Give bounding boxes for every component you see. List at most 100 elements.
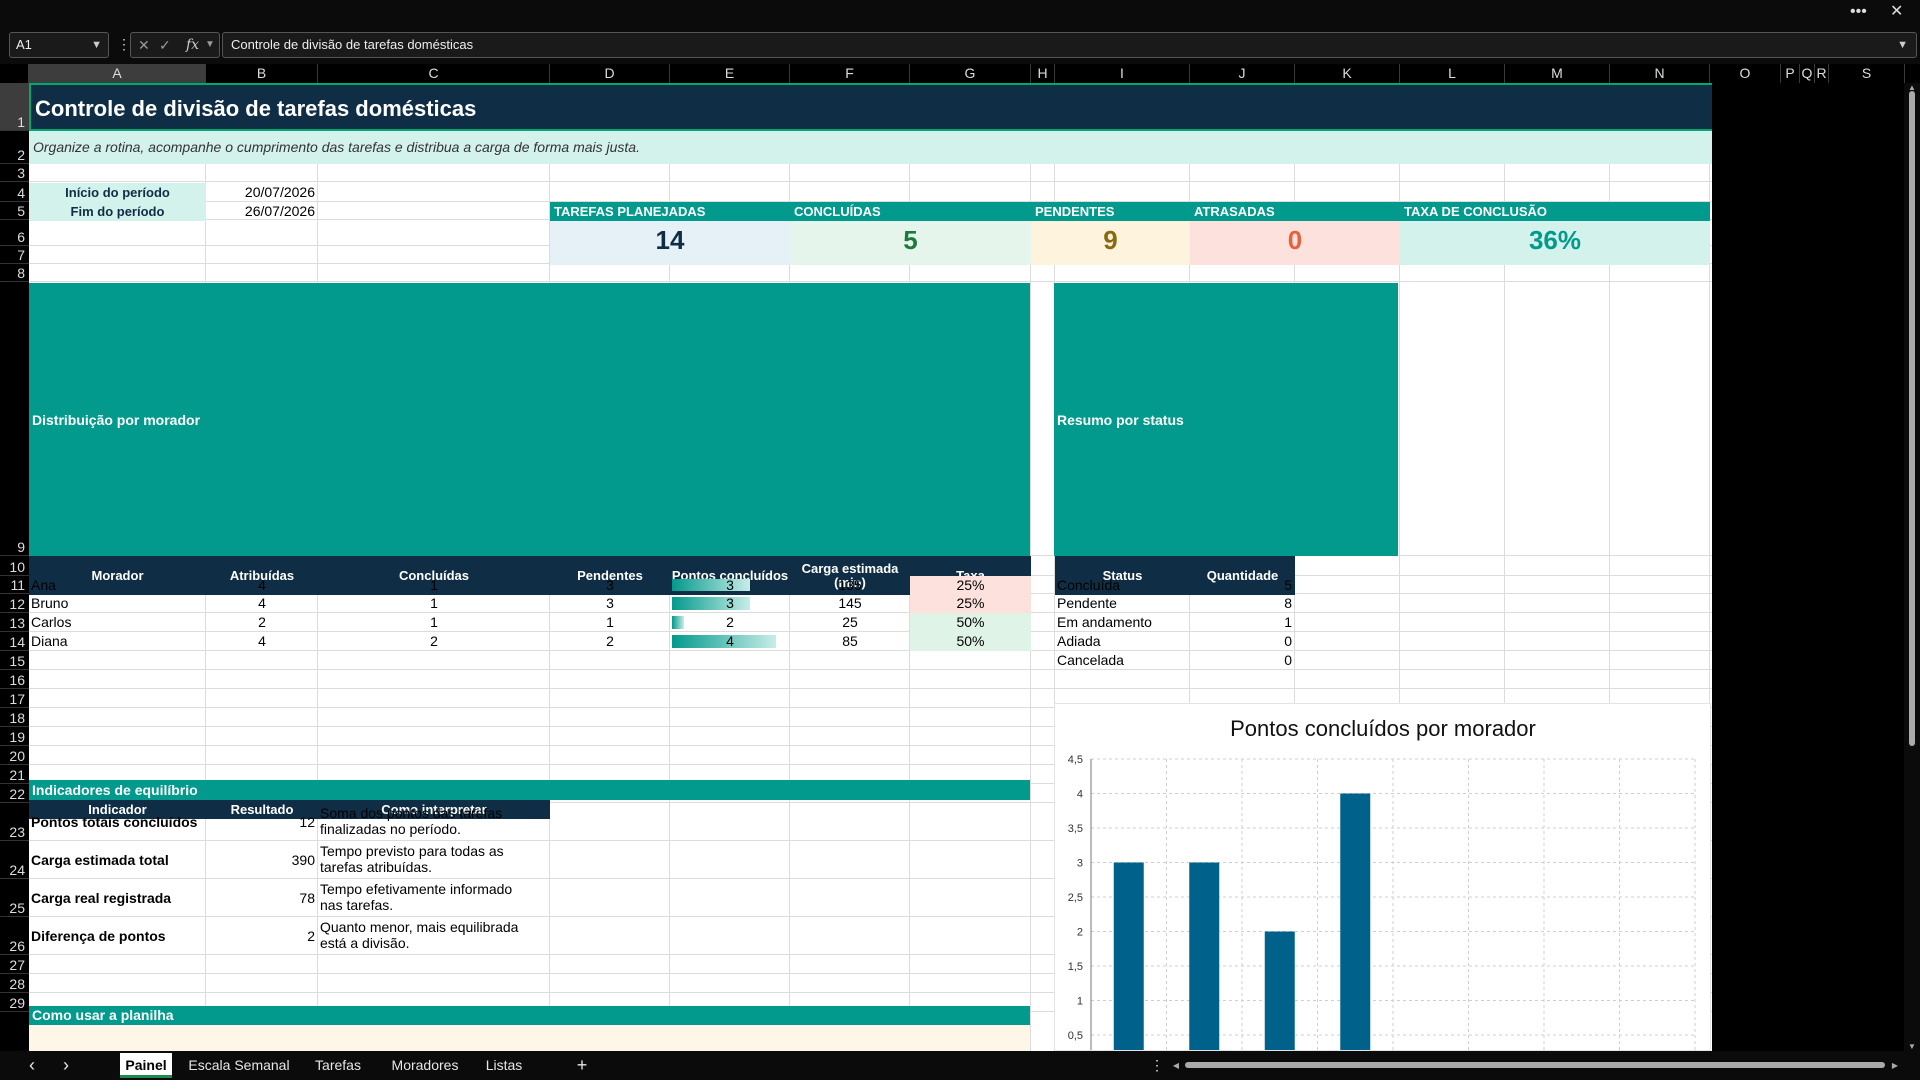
status-name[interactable]: Adiada	[1055, 632, 1190, 651]
kpi-label[interactable]: TAXA DE CONCLUSÃO	[1400, 202, 1710, 221]
residents-cell-rate[interactable]: 50%	[910, 632, 1031, 651]
kpi-value[interactable]: 9	[1031, 221, 1190, 265]
column-header-h[interactable]: H	[1031, 64, 1055, 83]
row-header-14[interactable]: 14	[0, 632, 29, 651]
row-header-24[interactable]: 24	[0, 841, 29, 879]
status-qty[interactable]: 1	[1190, 613, 1295, 632]
next-sheet-icon[interactable]: ›	[56, 1053, 76, 1078]
column-header-k[interactable]: K	[1295, 64, 1400, 83]
row-header-15[interactable]: 15	[0, 651, 29, 670]
column-header-q[interactable]: Q	[1800, 64, 1815, 83]
indicator-description[interactable]: Soma dos pontos das tarefas finalizadas n…	[318, 803, 550, 841]
kpi-value[interactable]: 14	[550, 221, 790, 265]
status-name[interactable]: Concluída	[1055, 576, 1190, 594]
period-end-value[interactable]: 26/07/2026	[206, 202, 318, 221]
column-header-a[interactable]: A	[29, 64, 206, 83]
tab-escala-semanal[interactable]: Escala Semanal	[180, 1053, 298, 1078]
column-header-s[interactable]: S	[1829, 64, 1905, 83]
indicator-name[interactable]: Pontos totais concluídos	[29, 803, 206, 841]
tab-moradores[interactable]: Moradores	[378, 1053, 472, 1078]
function-icon[interactable]: fx	[186, 33, 199, 57]
residents-cell-name[interactable]: Bruno	[29, 594, 206, 613]
row-header-11[interactable]: 11	[0, 576, 29, 594]
row-header-4[interactable]: 4	[0, 182, 29, 202]
column-header-g[interactable]: G	[910, 64, 1031, 83]
column-header-n[interactable]: N	[1610, 64, 1710, 83]
row-header-28[interactable]: 28	[0, 974, 29, 993]
indicator-description[interactable]: Quanto menor, mais equilibrada está a div…	[318, 917, 550, 955]
row-header-8[interactable]: 8	[0, 264, 29, 282]
indicator-name[interactable]: Diferença de pontos	[29, 917, 206, 955]
column-header-d[interactable]: D	[550, 64, 670, 83]
row-header-5[interactable]: 5	[0, 202, 29, 220]
row-header-20[interactable]: 20	[0, 746, 29, 765]
residents-cell-pending[interactable]: 3	[550, 576, 670, 594]
indicator-name[interactable]: Carga estimada total	[29, 841, 206, 879]
vertical-scrollbar[interactable]: ▲ ▼	[1904, 83, 1920, 1051]
residents-cell-load[interactable]: 85	[790, 632, 910, 651]
residents-cell-points[interactable]: 3	[670, 594, 790, 613]
tab-tarefas[interactable]: Tarefas	[306, 1053, 370, 1078]
tab-painel[interactable]: Painel	[120, 1053, 172, 1078]
residents-cell-pending[interactable]: 2	[550, 632, 670, 651]
row-header-16[interactable]: 16	[0, 670, 29, 689]
row-header-21[interactable]: 21	[0, 765, 29, 784]
residents-cell-pending[interactable]: 1	[550, 613, 670, 632]
residents-cell-load[interactable]: 25	[790, 613, 910, 632]
row-header-27[interactable]: 27	[0, 955, 29, 974]
residents-cell-load[interactable]: 135	[790, 576, 910, 594]
status-qty[interactable]: 0	[1190, 632, 1295, 651]
scroll-right-icon[interactable]: ▶	[1889, 1053, 1901, 1078]
select-all-corner[interactable]	[0, 64, 29, 83]
horizontal-scroll-thumb[interactable]	[1185, 1062, 1885, 1068]
name-box[interactable]: A1 ▼	[9, 32, 109, 58]
row-header-17[interactable]: 17	[0, 689, 29, 708]
residents-cell-done[interactable]: 2	[318, 632, 550, 651]
indicator-name[interactable]: Carga real registrada	[29, 879, 206, 917]
indicator-value[interactable]: 78	[206, 879, 318, 917]
indicator-value[interactable]: 12	[206, 803, 318, 841]
tab-listas[interactable]: Listas	[480, 1053, 528, 1078]
residents-cell-points[interactable]: 3	[670, 576, 790, 594]
period-start-value[interactable]: 20/07/2026	[206, 183, 318, 202]
residents-cell-pending[interactable]: 3	[550, 594, 670, 613]
kpi-label[interactable]: CONCLUÍDAS	[790, 202, 1031, 221]
confirm-icon[interactable]: ✓	[159, 33, 171, 57]
residents-cell-assigned[interactable]: 4	[206, 576, 318, 594]
row-header-22[interactable]: 22	[0, 784, 29, 803]
residents-cell-rate[interactable]: 25%	[910, 594, 1031, 613]
chevron-down-icon[interactable]: ▼	[91, 33, 102, 57]
column-header-p[interactable]: P	[1781, 64, 1800, 83]
scroll-left-icon[interactable]: ◀	[1170, 1053, 1182, 1078]
how-to-section-header[interactable]: Como usar a planilha	[29, 1006, 1030, 1025]
formula-input[interactable]: Controle de divisão de tarefas doméstica…	[222, 32, 1917, 58]
kpi-label[interactable]: PENDENTES	[1031, 202, 1190, 221]
expand-formula-icon[interactable]: ▼	[1897, 33, 1908, 57]
row-header-2[interactable]: 2	[0, 131, 29, 164]
cancel-icon[interactable]: ✕	[138, 33, 150, 57]
indicator-description[interactable]: Tempo previsto para todas as tarefas atri…	[318, 841, 550, 879]
row-header-26[interactable]: 26	[0, 917, 29, 955]
kpi-value[interactable]: 5	[790, 221, 1031, 265]
column-header-e[interactable]: E	[670, 64, 790, 83]
row-header-7[interactable]: 7	[0, 246, 29, 264]
row-header-25[interactable]: 25	[0, 879, 29, 917]
row-header-1[interactable]: 1	[0, 83, 29, 131]
indicator-value[interactable]: 2	[206, 917, 318, 955]
column-header-i[interactable]: I	[1055, 64, 1190, 83]
row-header-19[interactable]: 19	[0, 727, 29, 746]
column-header-r[interactable]: R	[1815, 64, 1829, 83]
period-start-label[interactable]: Início do período	[29, 183, 206, 202]
column-header-m[interactable]: M	[1505, 64, 1610, 83]
indicator-value[interactable]: 390	[206, 841, 318, 879]
residents-cell-points[interactable]: 2	[670, 613, 790, 632]
column-header-f[interactable]: F	[790, 64, 910, 83]
status-qty[interactable]: 0	[1190, 651, 1295, 670]
how-to-content[interactable]	[29, 1025, 1030, 1051]
column-header-o[interactable]: O	[1710, 64, 1781, 83]
row-header-9[interactable]: 9	[0, 282, 29, 556]
indicators-section-header[interactable]: Indicadores de equilíbrio	[29, 780, 1030, 800]
period-end-label[interactable]: Fim do período	[29, 202, 206, 221]
row-header-6[interactable]: 6	[0, 220, 29, 246]
residents-cell-name[interactable]: Ana	[29, 576, 206, 594]
